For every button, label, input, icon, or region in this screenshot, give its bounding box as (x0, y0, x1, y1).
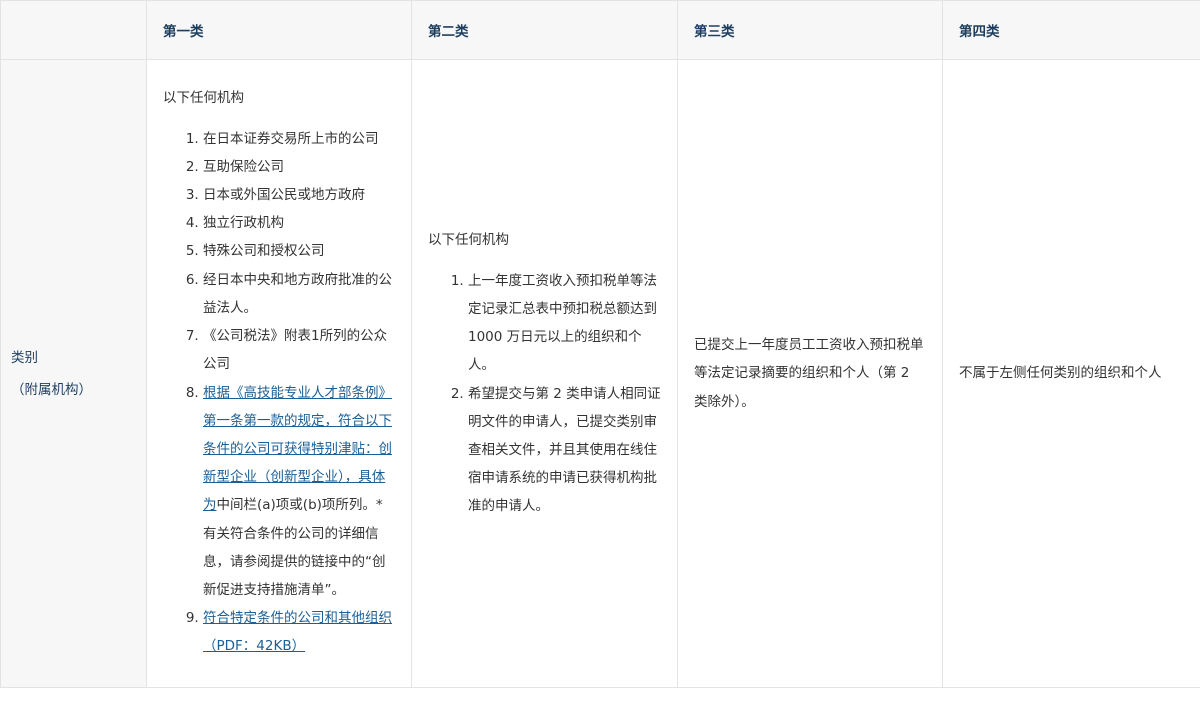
list-item: 经日本中央和地方政府批准的公益法人。 (203, 266, 395, 322)
list-item-specific-conditions: 符合特定条件的公司和其他组织（PDF：42KB） (203, 604, 395, 660)
category-1-list: 在日本证券交易所上市的公司 互助保险公司 日本或外国公民或地方政府 独立行政机构… (163, 125, 395, 661)
list-item: 《公司税法》附表1所列的公众公司 (203, 322, 395, 378)
table-row: 类别 （附属机构） 以下任何机构 在日本证券交易所上市的公司 互助保险公司 日本… (0, 59, 1200, 688)
category-1-cell: 以下任何机构 在日本证券交易所上市的公司 互助保险公司 日本或外国公民或地方政府… (146, 59, 412, 688)
header-category-1: 第一类 (146, 0, 412, 60)
specific-conditions-pdf-link[interactable]: 符合特定条件的公司和其他组织（PDF：42KB） (203, 610, 392, 654)
list-item: 独立行政机构 (203, 209, 395, 237)
category-2-list: 上一年度工资收入预扣税单等法定记录汇总表中预扣税总额达到 1000 万日元以上的… (428, 267, 661, 521)
row-header-title: 类别 (11, 349, 38, 366)
category-3-text: 已提交上一年度员工工资收入预扣税单等法定记录摘要的组织和个人（第 2 类除外）。 (694, 337, 924, 410)
list-item: 上一年度工资收入预扣税单等法定记录汇总表中预扣税总额达到 1000 万日元以上的… (468, 267, 661, 380)
list-item-innovative-company: 根据《高技能专业人才部条例》第一条第一款的规定，符合以下条件的公司可获得特别津贴… (203, 379, 395, 605)
header-category-2: 第二类 (411, 0, 678, 60)
category-4-text: 不属于左侧任何类别的组织和个人 (959, 365, 1162, 382)
list-item: 日本或外国公民或地方政府 (203, 181, 395, 209)
list-item: 希望提交与第 2 类申请人相同证明文件的申请人，已提交类别审查相关文件，并且其使… (468, 380, 661, 521)
header-category-3: 第三类 (677, 0, 943, 60)
table-header-row: 第一类 第二类 第三类 第四类 (0, 0, 1200, 60)
list-item: 特殊公司和授权公司 (203, 237, 395, 265)
category-3-cell: 已提交上一年度员工工资收入预扣税单等法定记录摘要的组织和个人（第 2 类除外）。 (677, 59, 943, 688)
list-item: 在日本证券交易所上市的公司 (203, 125, 395, 153)
category-4-cell: 不属于左侧任何类别的组织和个人 (942, 59, 1200, 688)
category-1-intro: 以下任何机构 (163, 90, 244, 107)
header-category-4: 第四类 (942, 0, 1200, 60)
list-item-text: 中间栏(a)项或(b)项所列。*有关符合条件的公司的详细信息，请参阅提供的链接中… (203, 497, 386, 598)
header-empty (0, 0, 147, 60)
category-2-intro: 以下任何机构 (428, 232, 509, 249)
row-header: 类别 （附属机构） (0, 59, 147, 688)
hsp-ordinance-link[interactable]: 根据《高技能专业人才部条例》第一条第一款的规定，符合以下条件的公司可获得特别津贴… (203, 385, 392, 514)
category-table: 第一类 第二类 第三类 第四类 类别 （附属机构） 以下任何机构 在日本证券交易… (0, 0, 1200, 688)
list-item: 互助保险公司 (203, 153, 395, 181)
category-2-cell: 以下任何机构 上一年度工资收入预扣税单等法定记录汇总表中预扣税总额达到 1000… (411, 59, 678, 688)
row-header-subtitle: （附属机构） (11, 381, 92, 398)
